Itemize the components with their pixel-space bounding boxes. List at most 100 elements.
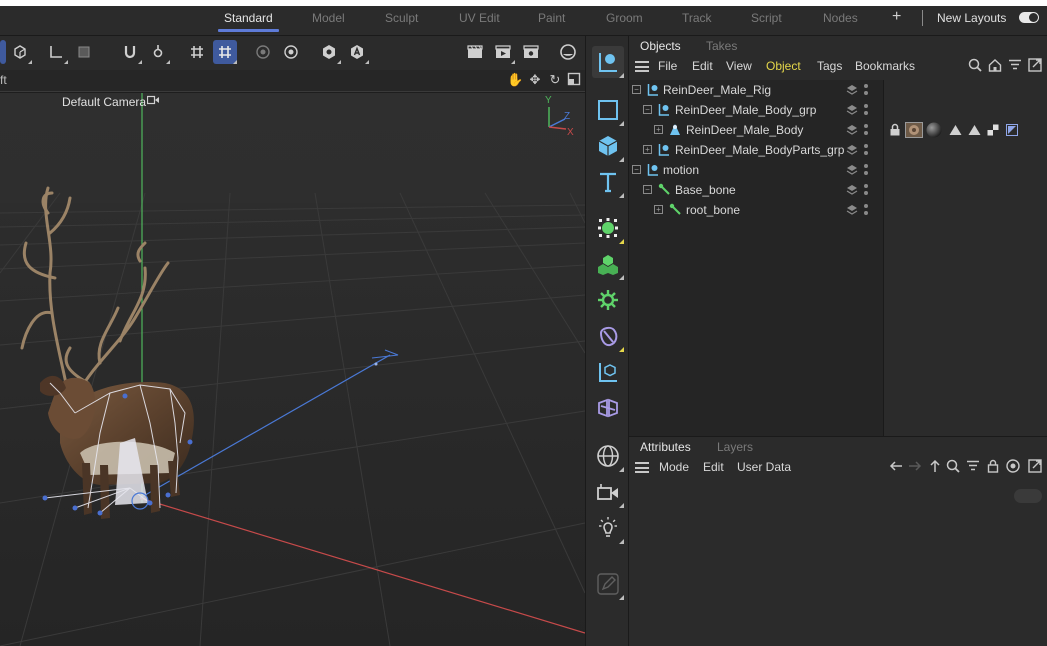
layout-tab-paint[interactable]: Paint — [538, 11, 565, 25]
back-arrow-icon[interactable] — [888, 459, 904, 475]
viewport-menu-label[interactable]: ft — [0, 73, 7, 87]
object-mode-icon[interactable] — [8, 40, 32, 64]
visibility-dots[interactable] — [864, 183, 868, 197]
menu-file[interactable]: File — [658, 59, 677, 73]
cube-primitive-icon[interactable] — [592, 130, 624, 162]
phong-tag-icon[interactable] — [948, 123, 962, 137]
visibility-dots[interactable] — [864, 203, 868, 217]
tree-row[interactable]: + ReinDeer_Male_Body — [629, 120, 883, 140]
collapse-toggle[interactable]: − — [643, 185, 652, 194]
tree-row[interactable]: + ReinDeer_Male_BodyParts_grp — [629, 140, 883, 160]
workplane-icon[interactable] — [72, 40, 96, 64]
mograph-effector-icon[interactable] — [592, 284, 624, 316]
menu-bookmarks[interactable]: Bookmarks — [855, 59, 915, 73]
up-arrow-icon[interactable] — [927, 459, 943, 475]
layer-icon[interactable] — [846, 184, 858, 196]
menu-object[interactable]: Object — [766, 59, 801, 73]
collapse-toggle[interactable]: − — [632, 85, 641, 94]
search-icon[interactable] — [967, 58, 983, 74]
visibility-dots[interactable] — [864, 123, 868, 137]
tree-row[interactable]: − Base_bone — [629, 180, 883, 200]
layout-tab-track[interactable]: Track — [682, 11, 712, 25]
magnet-snap-icon[interactable] — [118, 40, 142, 64]
layer-icon[interactable] — [846, 124, 858, 136]
menu-tags[interactable]: Tags — [817, 59, 842, 73]
grid-snap-icon[interactable] — [213, 40, 237, 64]
spline-tool-icon[interactable] — [592, 94, 624, 126]
viewport-solo-icon[interactable] — [317, 40, 341, 64]
lock-icon[interactable] — [985, 459, 1001, 475]
tree-row[interactable]: − motion — [629, 160, 883, 180]
text-tool-icon[interactable] — [592, 166, 624, 198]
expand-toggle[interactable]: + — [654, 205, 663, 214]
tab-attributes[interactable]: Attributes — [640, 440, 691, 454]
camera-label[interactable]: Default Camera — [62, 95, 146, 109]
lock-tag-icon[interactable] — [888, 122, 902, 136]
target-icon[interactable] — [1005, 459, 1021, 475]
redshift-icon[interactable] — [556, 40, 580, 64]
render-settings-icon[interactable] — [519, 40, 543, 64]
modeling-settings-icon[interactable] — [279, 40, 303, 64]
menu-edit[interactable]: Edit — [703, 460, 724, 474]
hamburger-menu-icon[interactable] — [635, 61, 649, 72]
layout-tab-groom[interactable]: Groom — [606, 11, 643, 25]
expand-toggle[interactable]: + — [654, 125, 663, 134]
layout-tab-nodes[interactable]: Nodes — [823, 11, 858, 25]
layout-tab-model[interactable]: Model — [312, 11, 345, 25]
uvw-tag-icon[interactable] — [986, 123, 1000, 137]
auto-mode-icon[interactable] — [345, 40, 369, 64]
visibility-dots[interactable] — [864, 103, 868, 117]
deformer-tool-icon[interactable] — [592, 320, 624, 352]
collapse-toggle[interactable]: − — [643, 105, 652, 114]
tab-takes[interactable]: Takes — [706, 39, 737, 53]
menu-view[interactable]: View — [726, 59, 752, 73]
visibility-dots[interactable] — [864, 163, 868, 177]
generator-tool-icon[interactable] — [592, 212, 624, 244]
hamburger-menu-icon[interactable] — [635, 462, 649, 473]
move-arrows-icon[interactable]: ✥ — [527, 72, 543, 88]
visibility-dots[interactable] — [864, 143, 868, 157]
render-view-icon[interactable] — [463, 40, 487, 64]
layout-tab-uv-edit[interactable]: UV Edit — [459, 11, 500, 25]
cloner-tool-icon[interactable] — [592, 248, 624, 280]
add-layout-button[interactable]: + — [892, 8, 901, 26]
menu-edit[interactable]: Edit — [692, 59, 713, 73]
maximize-view-icon[interactable] — [566, 72, 582, 88]
pen-tool-icon[interactable] — [592, 568, 624, 600]
layer-icon[interactable] — [846, 204, 858, 216]
layer-icon[interactable] — [846, 144, 858, 156]
selection-tag-icon[interactable] — [1005, 123, 1019, 137]
new-window-icon[interactable] — [1027, 58, 1043, 74]
menu-user-data[interactable]: User Data — [737, 460, 791, 474]
render-to-picture-viewer-icon[interactable] — [491, 40, 515, 64]
menu-mode[interactable]: Mode — [659, 460, 689, 474]
layer-icon[interactable] — [846, 84, 858, 96]
grid-icon[interactable] — [185, 40, 209, 64]
pan-hand-icon[interactable]: ✋ — [507, 72, 523, 88]
select-mode-icon[interactable] — [0, 40, 6, 64]
null-object-tool-icon[interactable] — [592, 46, 624, 78]
light-tool-icon[interactable] — [592, 512, 624, 544]
tree-row[interactable]: − ReinDeer_Male_Rig — [629, 80, 883, 100]
weight-tag-icon[interactable] — [967, 123, 981, 137]
snap-settings-icon[interactable] — [146, 40, 170, 64]
layer-icon[interactable] — [846, 104, 858, 116]
tree-row[interactable]: + root_bone — [629, 200, 883, 220]
camera-icon[interactable] — [146, 95, 160, 108]
tab-objects[interactable]: Objects — [640, 39, 681, 53]
attributes-scroll-handle[interactable] — [1014, 489, 1042, 503]
visibility-dots[interactable] — [864, 83, 868, 97]
3d-viewport[interactable]: Y Z X Default Camera — [0, 93, 585, 646]
new-window-icon[interactable] — [1027, 459, 1043, 475]
tree-row[interactable]: − ReinDeer_Male_Body_grp — [629, 100, 883, 120]
new-layouts-toggle[interactable] — [1019, 12, 1039, 23]
layer-icon[interactable] — [846, 164, 858, 176]
soft-selection-icon[interactable] — [251, 40, 275, 64]
axis-mode-icon[interactable] — [44, 40, 68, 64]
texture-tag-icon[interactable] — [905, 122, 923, 138]
tab-layers[interactable]: Layers — [717, 440, 753, 454]
home-icon[interactable] — [987, 58, 1003, 74]
environment-sky-icon[interactable] — [592, 440, 624, 472]
volume-tool-icon[interactable] — [592, 392, 624, 424]
filter-icon[interactable] — [1007, 58, 1023, 74]
